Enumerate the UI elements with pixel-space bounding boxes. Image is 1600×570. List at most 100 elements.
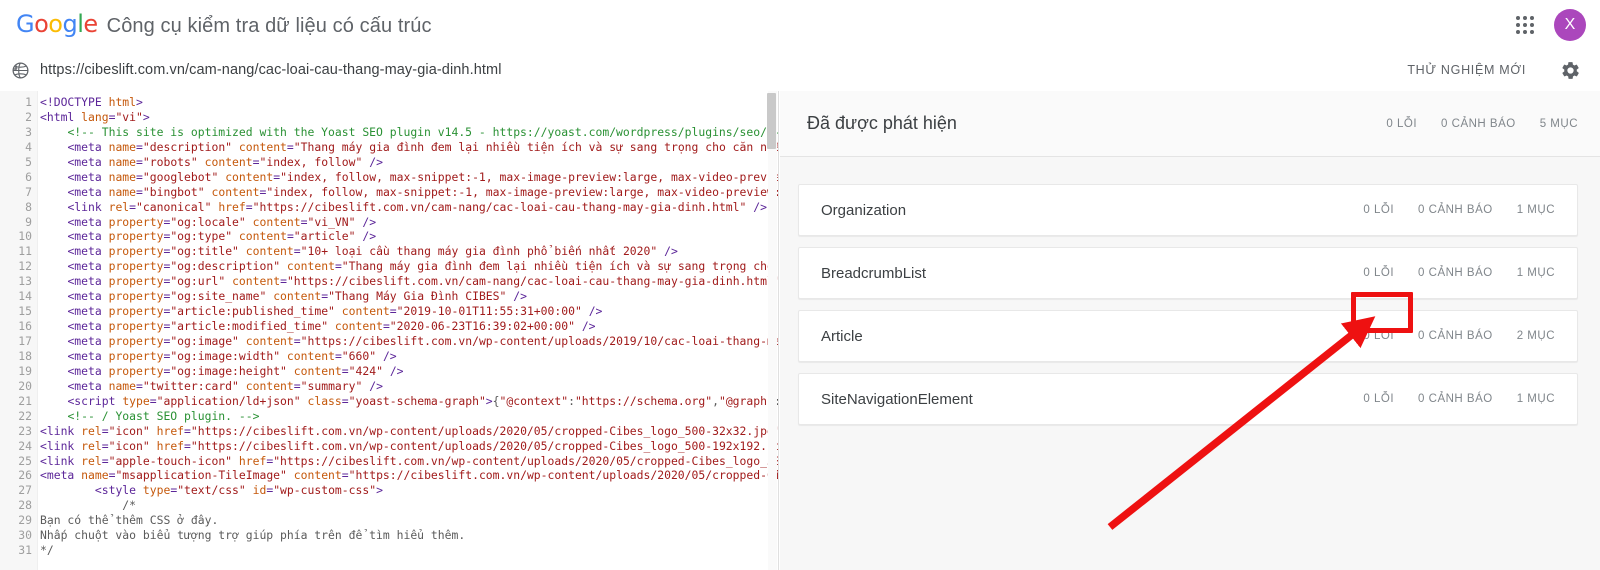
code-line: 13 <meta property="og:url" content="http… bbox=[0, 274, 778, 289]
line-number: 27 bbox=[18, 483, 32, 498]
code-line: 15 <meta property="article:published_tim… bbox=[0, 304, 778, 319]
code-line: 30 Nhấp chuột vào biểu tượng trợ giúp phí… bbox=[0, 528, 778, 543]
line-number: 4 bbox=[25, 139, 32, 154]
code-text: <link rel="apple-touch-icon" href="https… bbox=[40, 453, 778, 468]
code-line: 23 <link rel="icon" href="https://cibesli… bbox=[0, 423, 779, 439]
line-number: 21 bbox=[18, 393, 32, 408]
line-number: 17 bbox=[18, 334, 32, 348]
code-line: 28 /* bbox=[0, 498, 778, 513]
code-line: 29 Bạn có thể thêm CSS ở đây. bbox=[0, 513, 778, 528]
code-line: 18 <meta property="og:image:width" conte… bbox=[0, 348, 778, 364]
code-text: <meta property="article:published_time" … bbox=[67, 304, 603, 319]
line-number: 11 bbox=[18, 244, 32, 259]
result-card-counts: 0 LỖI 0 CẢNH BÁO 1 MỤC bbox=[1339, 393, 1555, 405]
code-line: 21 <script type="application/ld+json" cl… bbox=[0, 393, 778, 409]
new-test-button[interactable]: THỬ NGHIỆM MỚI bbox=[1403, 57, 1530, 83]
code-text: <meta property="og:locale" content="vi_V… bbox=[67, 214, 377, 229]
summary-warnings: 0 CẢNH BÁO bbox=[1441, 117, 1516, 130]
card-warnings: 0 CẢNH BÁO bbox=[1418, 330, 1493, 342]
code-text: <meta property="og:image:width" content=… bbox=[67, 348, 397, 363]
url-bar-actions: THỬ NGHIỆM MỚI bbox=[1403, 49, 1582, 91]
line-number: 26 bbox=[18, 468, 32, 483]
line-number: 29 bbox=[18, 513, 32, 528]
result-card[interactable]: BreadcrumbList 0 LỖI 0 CẢNH BÁO 1 MỤC bbox=[798, 247, 1578, 299]
result-card-name: BreadcrumbList bbox=[821, 264, 927, 282]
apps-grid-icon[interactable] bbox=[1510, 10, 1540, 40]
code-text: <meta property="article:modified_time" c… bbox=[67, 319, 596, 334]
code-text: Bạn có thể thêm CSS ở đây. bbox=[40, 513, 219, 528]
source-code-panel[interactable]: 1 <!DOCTYPE html> 2 <html lang="vi"> 3 <!-- … bbox=[0, 91, 779, 570]
card-items: 2 MỤC bbox=[1516, 330, 1555, 342]
result-card-name: Article bbox=[821, 327, 863, 345]
line-number: 14 bbox=[18, 289, 32, 304]
line-number: 23 bbox=[18, 423, 32, 438]
line-number: 19 bbox=[18, 363, 32, 378]
code-line: 24 <link rel="icon" href="https://cibesli… bbox=[0, 438, 779, 454]
line-number: 16 bbox=[18, 319, 32, 334]
line-number: 30 bbox=[18, 528, 32, 543]
code-text: <meta name="bingbot" content="index, fol… bbox=[67, 184, 779, 199]
line-number: 8 bbox=[25, 199, 32, 214]
code-text: <link rel="icon" href="https://cibeslift… bbox=[40, 423, 779, 438]
code-line: 3 <!-- This site is optimized with the Y… bbox=[0, 124, 778, 140]
results-header: Đã được phát hiện 0 LỖI 0 CẢNH BÁO 5 MỤC bbox=[780, 91, 1600, 157]
line-number: 13 bbox=[18, 274, 32, 289]
code-text: Nhấp chuột vào biểu tượng trợ giúp phía … bbox=[40, 528, 466, 543]
result-card[interactable]: Article 0 LỖI 0 CẢNH BÁO 2 MỤC bbox=[798, 310, 1578, 362]
results-panel: Đã được phát hiện 0 LỖI 0 CẢNH BÁO 5 MỤC… bbox=[780, 91, 1600, 570]
code-scrollbar-thumb[interactable] bbox=[767, 93, 776, 149]
code-text: <!-- / Yoast SEO plugin. --> bbox=[67, 408, 260, 423]
card-items: 1 MỤC bbox=[1516, 204, 1555, 216]
card-warnings: 0 CẢNH BÁO bbox=[1418, 267, 1493, 279]
card-errors: 0 LỖI bbox=[1363, 330, 1395, 342]
line-number: 10 bbox=[18, 229, 32, 244]
code-line: 22 <!-- / Yoast SEO plugin. --> bbox=[0, 408, 778, 424]
code-line: 7 <meta name="bingbot" content="index, f… bbox=[0, 184, 779, 200]
line-number: 6 bbox=[25, 169, 32, 184]
result-card[interactable]: SiteNavigationElement 0 LỖI 0 CẢNH BÁO 1 MỤ… bbox=[798, 373, 1578, 425]
app-header: Google Công cụ kiểm tra dữ liệu có cấu t… bbox=[0, 0, 1600, 49]
code-line: 2 <html lang="vi"> bbox=[0, 109, 778, 125]
card-errors: 0 LỖI bbox=[1363, 393, 1395, 405]
card-items: 1 MỤC bbox=[1516, 393, 1555, 405]
code-text: <meta property="og:title" content="10+ l… bbox=[67, 244, 678, 259]
code-text: <script type="application/ld+json" class… bbox=[67, 393, 778, 408]
line-number: 22 bbox=[18, 408, 32, 423]
line-number: 18 bbox=[18, 348, 32, 363]
code-line: 4 <meta name="description" content="Than… bbox=[0, 139, 778, 155]
line-number: 7 bbox=[25, 184, 32, 199]
code-text: <meta name="robots" content="index, foll… bbox=[67, 154, 383, 169]
summary-items: 5 MỤC bbox=[1539, 117, 1578, 130]
code-line: 19 <meta property="og:image:height" cont… bbox=[0, 363, 778, 379]
code-text: <meta property="og:image" content="https… bbox=[67, 334, 779, 348]
globe-icon bbox=[6, 56, 34, 84]
result-card-counts: 0 LỖI 0 CẢNH BÁO 1 MỤC bbox=[1339, 267, 1555, 279]
line-number: 9 bbox=[25, 214, 32, 229]
code-text: <meta property="og:type" content="articl… bbox=[67, 229, 377, 244]
url-text[interactable]: https://cibeslift.com.vn/cam-nang/cac-lo… bbox=[40, 62, 502, 78]
line-number: 20 bbox=[18, 378, 32, 393]
code-text: <link rel="canonical" href="https://cibe… bbox=[67, 199, 767, 214]
code-text: */ bbox=[40, 543, 54, 558]
main-content: 1 <!DOCTYPE html> 2 <html lang="vi"> 3 <!-- … bbox=[0, 91, 1600, 570]
brand: Google Công cụ kiểm tra dữ liệu có cấu t… bbox=[0, 12, 432, 38]
code-line: 8 <link rel="canonical" href="https://ci… bbox=[0, 199, 778, 215]
code-text: <meta name="googlebot" content="index, f… bbox=[67, 169, 779, 184]
card-errors: 0 LỖI bbox=[1363, 204, 1395, 216]
results-summary-counts: 0 LỖI 0 CẢNH BÁO 5 MỤC bbox=[1362, 118, 1578, 130]
code-text: <link rel="icon" href="https://cibeslift… bbox=[40, 438, 779, 453]
result-card-name: Organization bbox=[821, 201, 907, 219]
line-number: 1 bbox=[25, 95, 32, 109]
google-logo: Google bbox=[16, 9, 98, 38]
result-card-counts: 0 LỖI 0 CẢNH BÁO 1 MỤC bbox=[1339, 204, 1555, 216]
card-errors: 0 LỖI bbox=[1363, 267, 1395, 279]
card-warnings: 0 CẢNH BÁO bbox=[1418, 204, 1493, 216]
code-text: <html lang="vi"> bbox=[40, 109, 150, 124]
line-number: 24 bbox=[18, 438, 32, 453]
gear-icon[interactable] bbox=[1558, 58, 1582, 82]
line-number: 15 bbox=[18, 304, 32, 319]
avatar[interactable]: X bbox=[1554, 8, 1586, 41]
line-number: 3 bbox=[25, 124, 32, 139]
code-scrollbar-track[interactable] bbox=[767, 91, 777, 570]
result-card[interactable]: Organization 0 LỖI 0 CẢNH BÁO 1 MỤC bbox=[798, 184, 1578, 236]
